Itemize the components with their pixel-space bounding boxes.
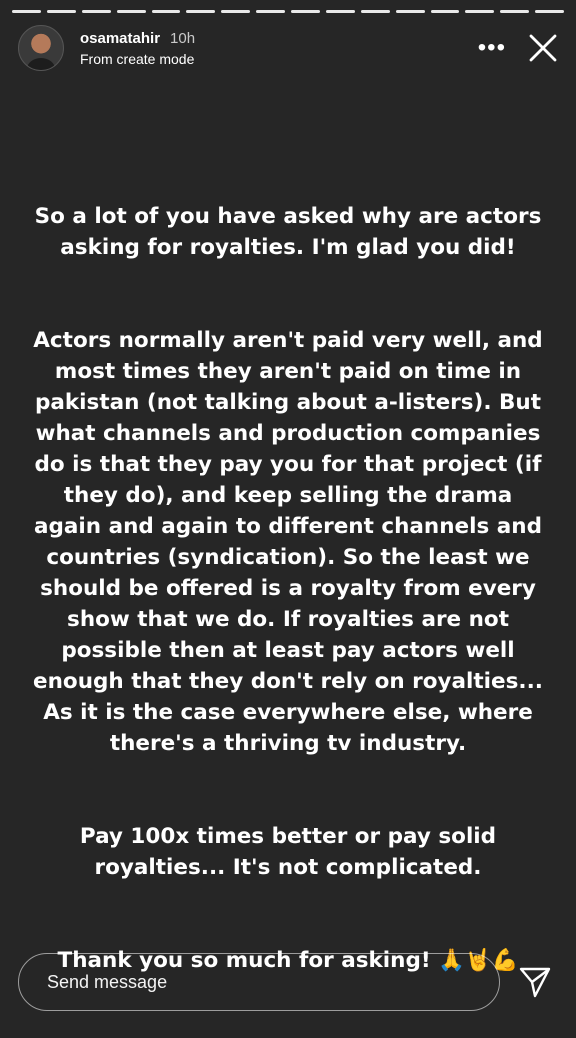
progress-segment [430, 10, 460, 13]
story-progress-bar [12, 10, 564, 13]
progress-segment [395, 10, 425, 13]
story-footer [18, 952, 558, 1012]
story-text: So a lot of you have asked why are actor… [30, 170, 546, 1038]
progress-segment [360, 10, 390, 13]
progress-segment [465, 10, 495, 13]
progress-segment [151, 10, 181, 13]
story-header: osamatahir 10h From create mode ••• [18, 24, 558, 72]
progress-segment [81, 10, 111, 13]
more-options-icon[interactable]: ••• [478, 36, 506, 60]
progress-segment [500, 10, 530, 13]
user-info: osamatahir 10h From create mode [80, 30, 195, 67]
progress-segment [256, 10, 285, 13]
username[interactable]: osamatahir [80, 30, 160, 47]
progress-segment [325, 10, 355, 13]
progress-segment [535, 10, 564, 13]
send-message-input[interactable] [18, 953, 500, 1011]
progress-segment [116, 10, 146, 13]
progress-segment [221, 10, 251, 13]
story-paragraph: Pay 100x times better or pay solid royal… [79, 824, 497, 880]
story-paragraph: So a lot of you have asked why are actor… [34, 204, 542, 260]
progress-segment [186, 10, 216, 13]
story-paragraph: Actors normally aren't paid very well, a… [33, 328, 543, 756]
progress-segment [291, 10, 320, 13]
send-icon[interactable] [518, 965, 552, 999]
avatar[interactable] [18, 25, 64, 71]
progress-segment [46, 10, 76, 13]
story-source-label[interactable]: From create mode [80, 51, 195, 67]
progress-segment [12, 10, 41, 13]
close-icon[interactable] [528, 33, 558, 63]
post-time: 10h [170, 29, 196, 47]
